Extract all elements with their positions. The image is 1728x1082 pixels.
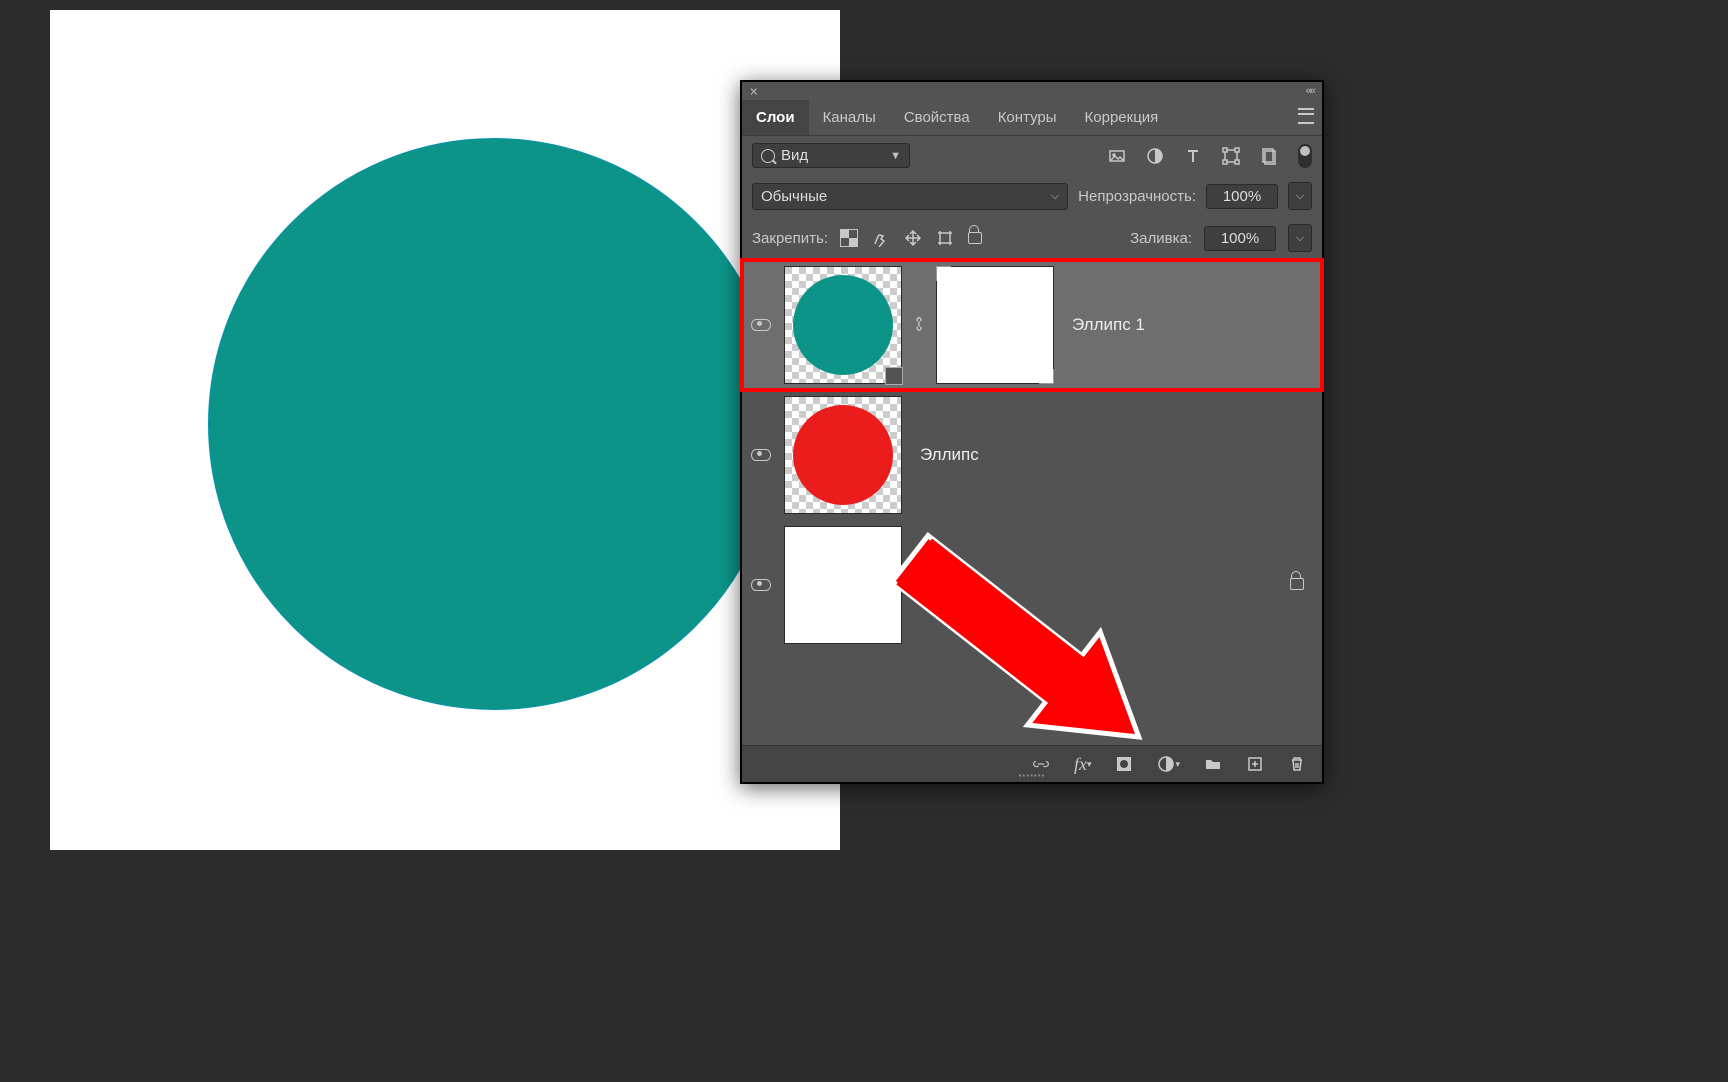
layer-thumbnail[interactable] xyxy=(784,396,902,514)
layer-row[interactable]: Эллипс xyxy=(742,390,1322,520)
fill-scrub-icon[interactable]: ⌵ xyxy=(1288,224,1312,252)
layers-panel: × «« Слои Каналы Свойства Контуры Коррек… xyxy=(740,80,1324,784)
panel-tabs: Слои Каналы Свойства Контуры Коррекция xyxy=(742,100,1322,136)
layer-thumbnail[interactable] xyxy=(784,266,902,384)
canvas-shape-ellipse[interactable] xyxy=(208,138,780,710)
thumbnail-shape-icon xyxy=(793,405,893,505)
fill-value: 100% xyxy=(1221,230,1259,247)
layer-name-label[interactable]: Эллипс 1 xyxy=(1072,315,1145,335)
collapse-panel-icon[interactable]: «« xyxy=(1306,85,1314,97)
panel-menu-icon[interactable] xyxy=(1298,108,1314,128)
lock-label: Закрепить: xyxy=(752,230,828,247)
visibility-toggle[interactable] xyxy=(746,315,776,336)
chevron-down-icon: ▼ xyxy=(890,150,901,162)
lock-fill-row: Закрепить: Заливка: 100% ⌵ xyxy=(742,217,1322,259)
layer-name-label[interactable]: Фон xyxy=(920,575,952,595)
fill-value-input[interactable]: 100% xyxy=(1204,226,1276,251)
panel-resize-grip-icon[interactable]: ▪▪▪▪▪▪▪ xyxy=(1019,771,1046,780)
link-mask-icon[interactable] xyxy=(910,315,928,336)
chevron-down-icon: ⌵ xyxy=(1051,190,1059,203)
filter-shape-icon[interactable] xyxy=(1222,147,1240,165)
filter-smartobject-icon[interactable] xyxy=(1260,147,1278,165)
lock-all-icon[interactable] xyxy=(968,229,982,247)
eye-icon xyxy=(751,579,771,591)
tab-layers[interactable]: Слои xyxy=(742,100,809,135)
filter-type-label: Вид xyxy=(781,147,808,164)
tab-adjustments[interactable]: Коррекция xyxy=(1071,100,1173,135)
layer-row[interactable]: Эллипс 1 xyxy=(742,260,1322,390)
thumbnail-shape-icon xyxy=(793,275,893,375)
new-layer-button[interactable] xyxy=(1246,755,1264,773)
filter-type-select[interactable]: Вид ▼ xyxy=(752,143,910,168)
lock-transparency-icon[interactable] xyxy=(840,229,858,247)
layer-effects-button[interactable]: fx ▾ xyxy=(1074,754,1092,775)
eye-icon xyxy=(751,449,771,461)
tab-channels[interactable]: Каналы xyxy=(809,100,890,135)
layer-lock-icon[interactable] xyxy=(1290,577,1304,594)
visibility-toggle[interactable] xyxy=(746,445,776,466)
opacity-scrub-icon[interactable]: ⌵ xyxy=(1288,182,1312,210)
close-icon[interactable]: × xyxy=(750,83,758,100)
new-group-button[interactable] xyxy=(1204,755,1222,773)
blend-mode-value: Обычные xyxy=(761,188,827,205)
document-canvas[interactable] xyxy=(50,10,840,850)
layer-thumbnail[interactable] xyxy=(784,526,902,644)
search-icon xyxy=(761,149,775,163)
fill-label: Заливка: xyxy=(1130,230,1192,247)
blend-opacity-row: Обычные ⌵ Непрозрачность: 100% ⌵ xyxy=(742,175,1322,217)
layers-bottom-toolbar: fx ▾ ▾ ▪▪▪▪▪▪▪ xyxy=(742,745,1322,782)
opacity-value: 100% xyxy=(1223,188,1261,205)
visibility-toggle[interactable] xyxy=(746,575,776,596)
vector-path-indicator-icon xyxy=(885,367,903,385)
blend-mode-select[interactable]: Обычные ⌵ xyxy=(752,183,1068,210)
opacity-label: Непрозрачность: xyxy=(1078,188,1196,205)
tab-properties[interactable]: Свойства xyxy=(890,100,984,135)
filter-type-layer-icon[interactable] xyxy=(1184,147,1202,165)
layer-filter-row: Вид ▼ xyxy=(742,136,1322,175)
lock-position-icon[interactable] xyxy=(904,229,922,247)
layer-name-label[interactable]: Эллипс xyxy=(920,445,979,465)
lock-artboard-icon[interactable] xyxy=(936,229,954,247)
opacity-value-input[interactable]: 100% xyxy=(1206,184,1278,209)
filter-pixel-icon[interactable] xyxy=(1108,147,1126,165)
adjustment-layer-button[interactable]: ▾ xyxy=(1157,755,1180,773)
filter-adjustment-icon[interactable] xyxy=(1146,147,1164,165)
filter-toggle-switch[interactable] xyxy=(1298,144,1312,168)
tab-paths[interactable]: Контуры xyxy=(984,100,1071,135)
delete-layer-button[interactable] xyxy=(1288,755,1306,773)
eye-icon xyxy=(751,319,771,331)
layer-row[interactable]: Фон xyxy=(742,520,1322,650)
panel-titlebar: × «« xyxy=(742,82,1322,100)
layers-list: Эллипс 1 Эллипс Фон xyxy=(742,260,1322,650)
vector-mask-thumbnail[interactable] xyxy=(936,266,1054,384)
lock-image-icon[interactable] xyxy=(872,229,890,247)
add-mask-button[interactable] xyxy=(1115,755,1133,773)
